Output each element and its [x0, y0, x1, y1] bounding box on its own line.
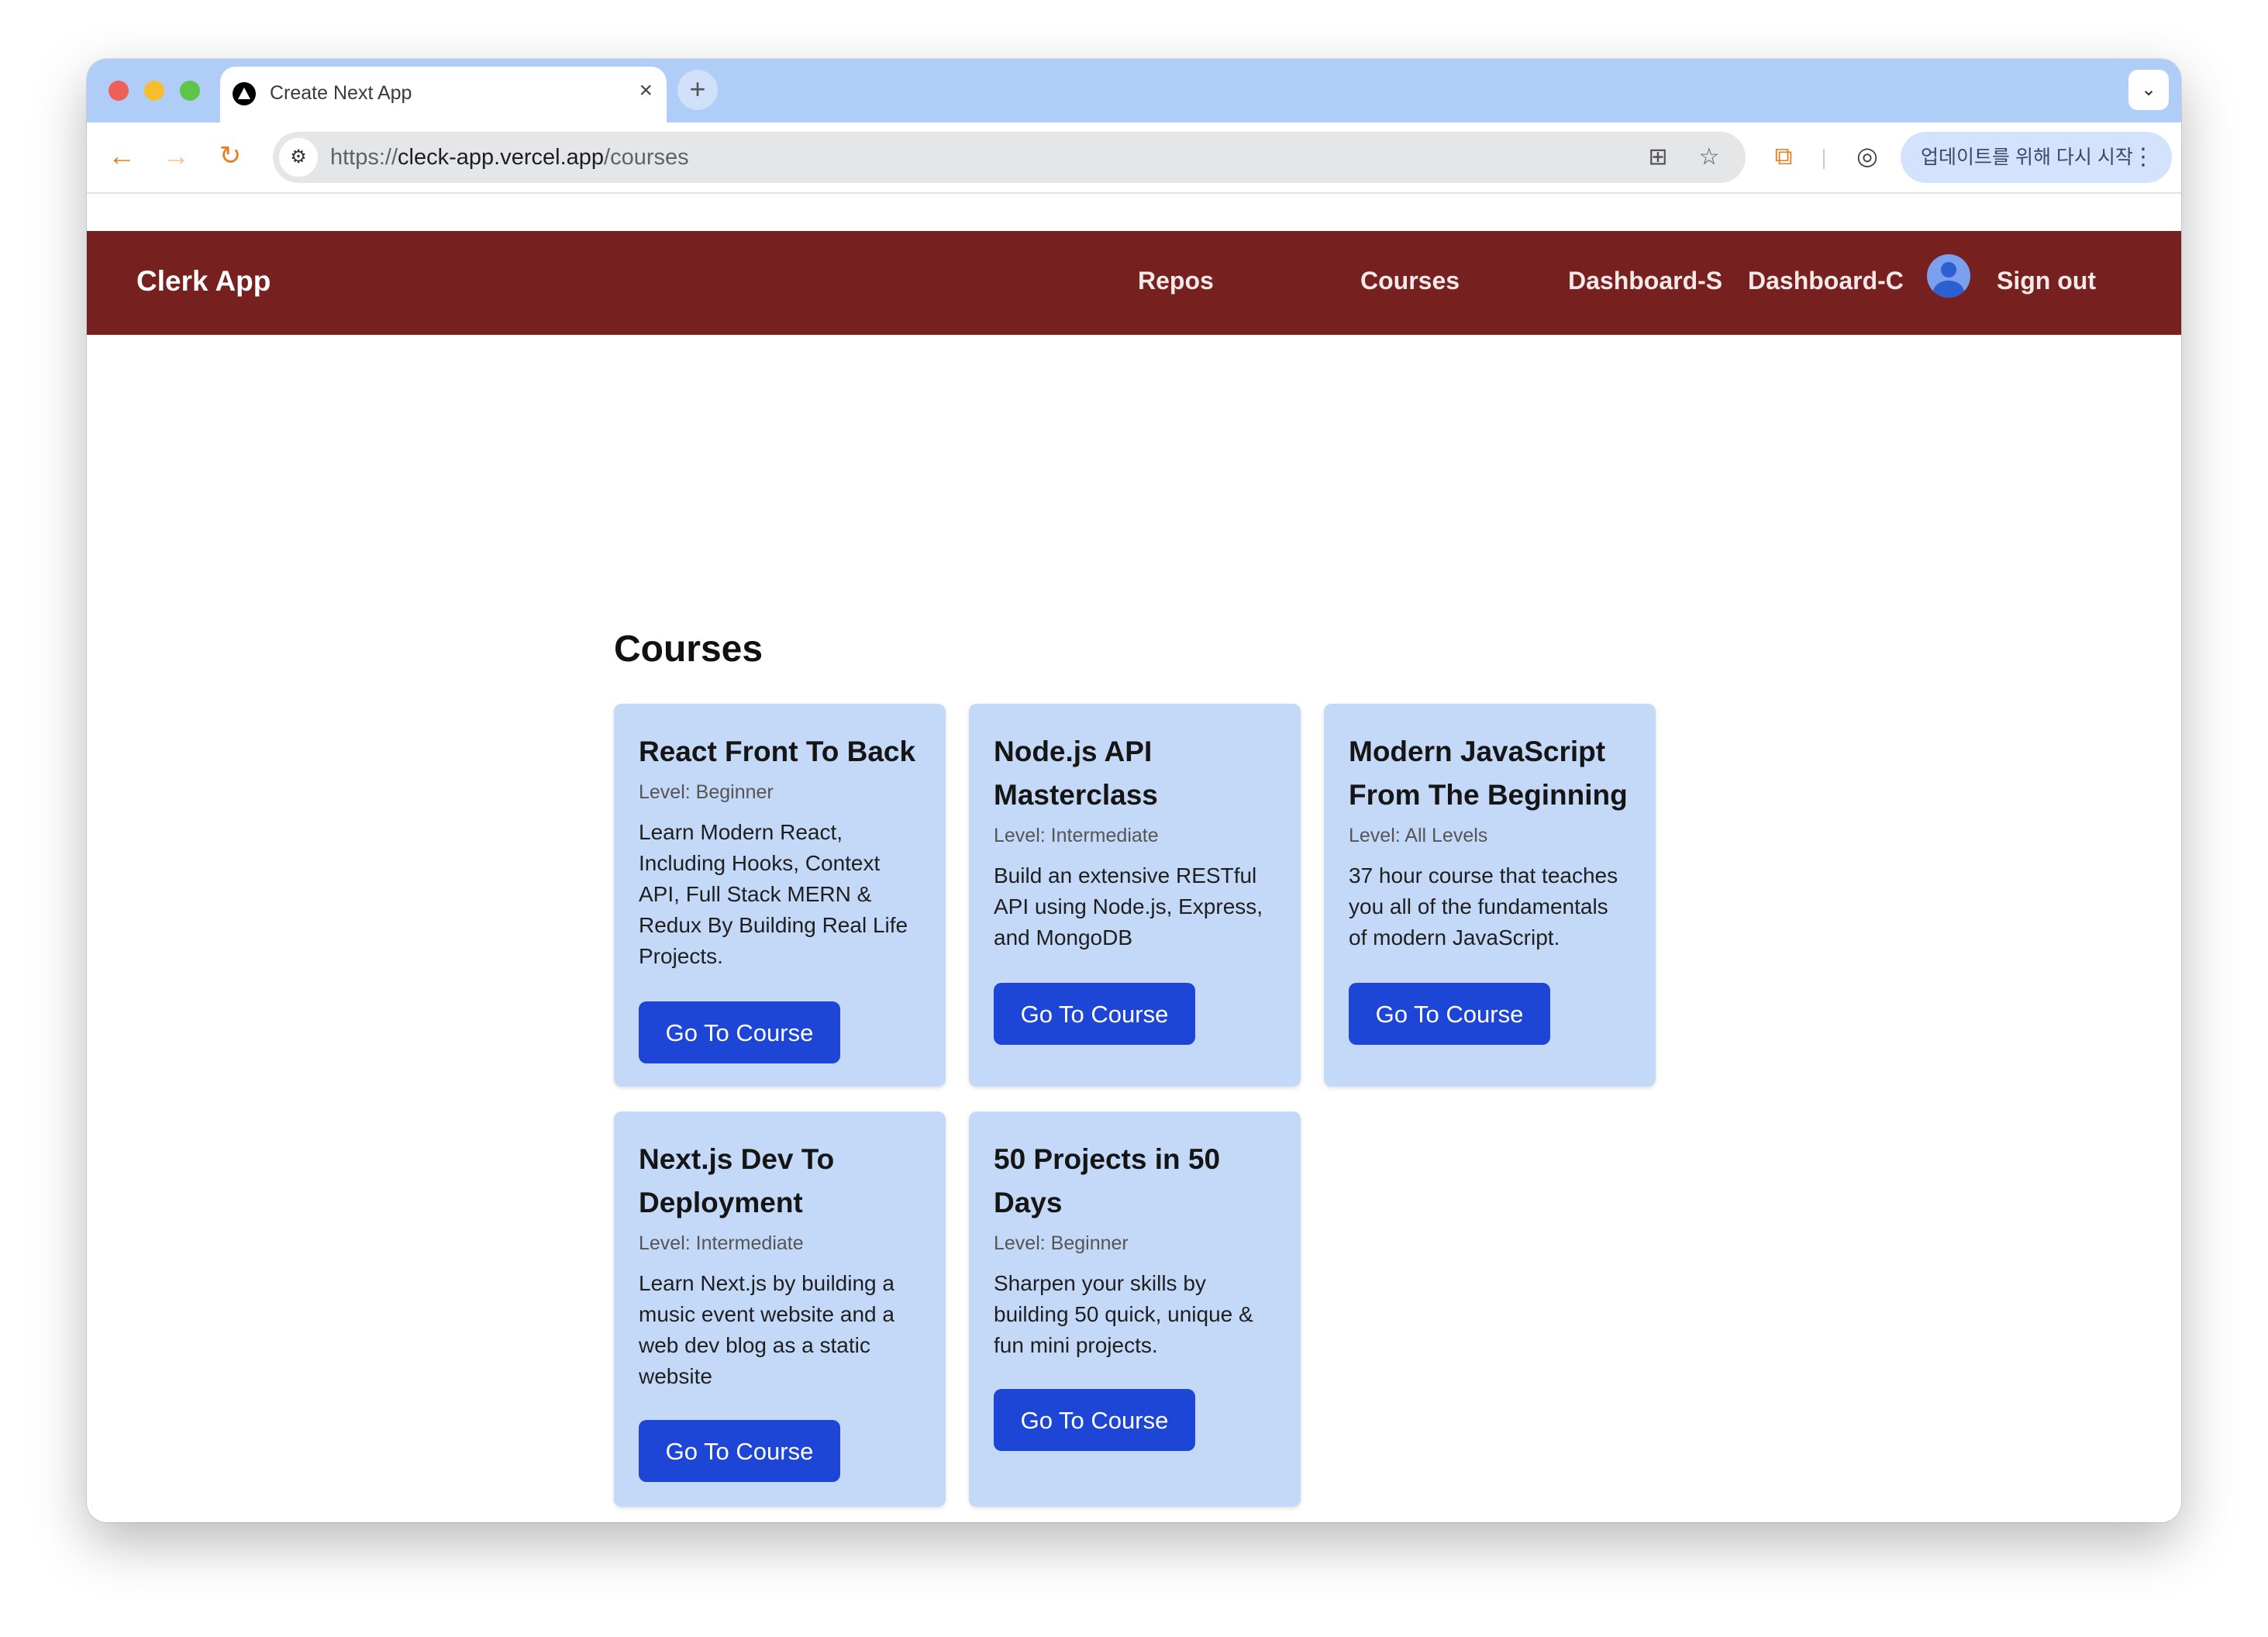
- nextjs-favicon-icon: [233, 82, 256, 105]
- course-level: Level: All Levels: [1349, 825, 1488, 846]
- course-level: Level: Beginner: [639, 781, 774, 803]
- go-to-course-button[interactable]: Go To Course: [994, 983, 1195, 1045]
- forward-arrow-icon[interactable]: →: [157, 136, 195, 175]
- bookmark-star-icon[interactable]: ☆: [1693, 141, 1725, 174]
- extensions-puzzle-icon[interactable]: ⧉: [1766, 138, 1801, 174]
- go-to-course-button[interactable]: Go To Course: [994, 1389, 1195, 1451]
- course-level: Level: Intermediate: [639, 1232, 804, 1254]
- go-to-course-button[interactable]: Go To Course: [1349, 983, 1550, 1045]
- nav-link-courses[interactable]: Courses: [1360, 267, 1460, 295]
- browser-window: Create Next App × + ⌄ ← → ↻ ⚙ https://cl…: [87, 59, 2181, 1522]
- close-tab-icon[interactable]: ×: [639, 78, 653, 104]
- browser-menu-icon[interactable]: ⋮: [2132, 132, 2155, 183]
- course-description: 37 hour course that teaches you all of t…: [1349, 863, 1618, 949]
- go-to-course-button[interactable]: Go To Course: [639, 1420, 840, 1482]
- brand-logo-link[interactable]: Clerk App: [136, 265, 271, 298]
- relaunch-update-label: 업데이트를 위해 다시 시작: [1921, 146, 2133, 168]
- url-host: cleck-app.vercel.app: [398, 145, 605, 170]
- relaunch-update-button[interactable]: 업데이트를 위해 다시 시작 ⋮: [1901, 132, 2172, 183]
- course-description: Sharpen your skills by building 50 quick…: [994, 1271, 1253, 1357]
- url-path: /courses: [604, 145, 689, 170]
- course-card: 50 Projects in 50 Days Level: Beginner S…: [969, 1111, 1301, 1507]
- course-card: Next.js Dev To Deployment Level: Interme…: [614, 1111, 946, 1507]
- course-description: Learn Modern React, Including Hooks, Con…: [639, 820, 908, 968]
- tab-strip: Create Next App × + ⌄: [87, 59, 2181, 122]
- page-content: Clerk App Repos Courses Dashboard-S Dash…: [87, 194, 2181, 1522]
- back-arrow-icon[interactable]: ←: [102, 136, 141, 175]
- user-avatar[interactable]: [1927, 254, 1970, 298]
- course-title: Next.js Dev To Deployment: [639, 1143, 835, 1218]
- minimize-window-button[interactable]: [144, 81, 164, 101]
- sign-out-link[interactable]: Sign out: [1997, 267, 2096, 295]
- nav-link-dashboard-c[interactable]: Dashboard-C: [1748, 267, 1904, 295]
- browser-tab[interactable]: Create Next App ×: [220, 67, 667, 122]
- avatar-head: [1941, 262, 1956, 277]
- site-info-icon[interactable]: ⚙: [279, 138, 318, 177]
- reload-icon[interactable]: ↻: [211, 136, 250, 175]
- profile-icon[interactable]: ◎: [1849, 138, 1885, 174]
- course-card: Node.js API Masterclass Level: Intermedi…: [969, 704, 1301, 1087]
- course-level: Level: Intermediate: [994, 825, 1159, 846]
- tab-title: Create Next App: [270, 82, 412, 104]
- nav-link-dashboard-s[interactable]: Dashboard-S: [1568, 267, 1722, 295]
- close-window-button[interactable]: [109, 81, 129, 101]
- url-text[interactable]: https://cleck-app.vercel.app/courses: [330, 145, 689, 171]
- course-level: Level: Beginner: [994, 1232, 1129, 1254]
- avatar-body: [1933, 281, 1964, 298]
- translate-icon[interactable]: ⊞: [1642, 141, 1674, 174]
- address-bar[interactable]: ⚙ https://cleck-app.vercel.app/courses ⊞…: [273, 132, 1746, 183]
- browser-toolbar: ← → ↻ ⚙ https://cleck-app.vercel.app/cou…: [87, 122, 2181, 194]
- page-title: Courses: [614, 629, 763, 670]
- course-title: Node.js API Masterclass: [994, 736, 1158, 811]
- course-card: Modern JavaScript From The Beginning Lev…: [1324, 704, 1656, 1087]
- course-description: Build an extensive RESTful API using Nod…: [994, 863, 1263, 949]
- tab-search-button[interactable]: ⌄: [2128, 70, 2169, 110]
- course-title: Modern JavaScript From The Beginning: [1349, 736, 1628, 811]
- course-title: React Front To Back: [639, 736, 916, 767]
- app-navbar: Clerk App Repos Courses Dashboard-S Dash…: [87, 231, 2181, 335]
- maximize-window-button[interactable]: [180, 81, 200, 101]
- nav-link-repos[interactable]: Repos: [1138, 267, 1214, 295]
- course-card: React Front To Back Level: Beginner Lear…: [614, 704, 946, 1087]
- url-scheme: https://: [330, 145, 398, 170]
- go-to-course-button[interactable]: Go To Course: [639, 1001, 840, 1063]
- course-title: 50 Projects in 50 Days: [994, 1143, 1221, 1218]
- new-tab-button[interactable]: +: [677, 70, 718, 110]
- course-description: Learn Next.js by building a music event …: [639, 1271, 894, 1388]
- toolbar-divider: [1823, 149, 1825, 169]
